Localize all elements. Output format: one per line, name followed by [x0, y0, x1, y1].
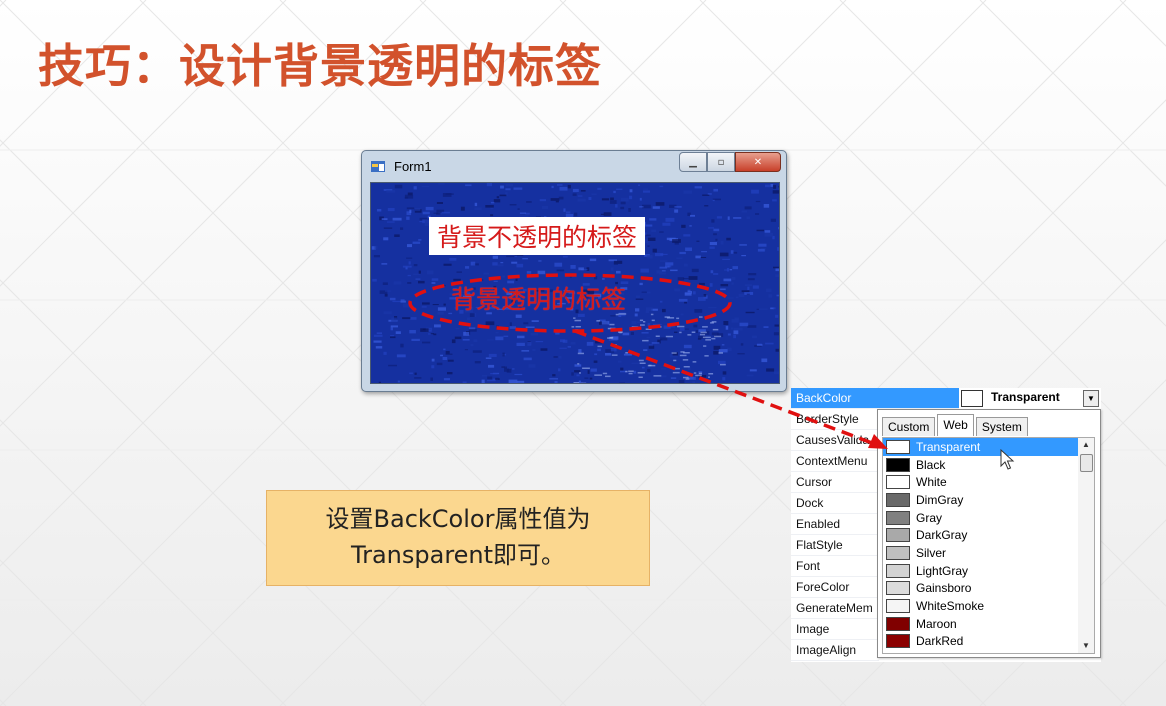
property-row[interactable]: Cursor	[791, 472, 879, 493]
window-controls: ▁ ▫ ✕	[679, 152, 781, 172]
color-item-black[interactable]: Black	[883, 456, 1079, 474]
note-line-2: Transparent即可。	[350, 541, 566, 569]
backcolor-value-field[interactable]: Transparent ▼	[959, 388, 1101, 409]
color-swatch	[886, 634, 910, 649]
color-name: White	[916, 475, 947, 490]
opaque-label[interactable]: 背景不透明的标签	[429, 217, 646, 255]
color-name: Maroon	[916, 616, 957, 631]
property-backcolor[interactable]: BackColor	[791, 388, 959, 409]
color-name: LightGray	[916, 563, 969, 578]
property-grid[interactable]: BackColor BorderStyle CausesValida Conte…	[791, 388, 1101, 662]
color-swatch	[886, 510, 910, 525]
note-line-1: 设置BackColor属性值为	[325, 505, 591, 533]
color-name: DarkGray	[916, 528, 968, 543]
color-item-gainsboro[interactable]: Gainsboro	[883, 580, 1079, 598]
minimize-icon[interactable]: ▁	[679, 152, 707, 172]
property-row[interactable]: Image	[791, 619, 879, 640]
property-row[interactable]: ForeColor	[791, 577, 879, 598]
color-item-white[interactable]: White	[883, 473, 1079, 491]
scroll-down-icon[interactable]: ▼	[1078, 639, 1094, 653]
slide-title: 技巧：设计背景透明的标签	[38, 39, 602, 93]
color-tabs: Custom Web System	[882, 414, 1030, 436]
backcolor-value: Transparent	[991, 390, 1060, 404]
color-name: Black	[916, 457, 946, 472]
property-row[interactable]: Enabled	[791, 514, 879, 535]
property-row[interactable]: ContextMenu	[791, 451, 879, 472]
window-titlebar[interactable]: Form1 ▁ ▫ ✕	[362, 151, 786, 181]
color-list-scrollbar[interactable]: ▲ ▼	[1078, 437, 1095, 654]
color-name: DarkRed	[916, 634, 964, 649]
color-swatch	[886, 563, 910, 578]
color-list[interactable]: Transparent Black White DimGray Gray DarkGray…	[882, 437, 1080, 654]
property-row[interactable]: ImageAlign	[791, 640, 879, 661]
form-icon	[371, 161, 385, 172]
color-item-transparent[interactable]: Transparent	[883, 438, 1079, 456]
scroll-up-icon[interactable]: ▲	[1078, 438, 1094, 452]
close-icon[interactable]: ✕	[735, 152, 781, 172]
color-swatch	[961, 390, 983, 407]
color-item-lightgray[interactable]: LightGray	[883, 562, 1079, 580]
maximize-icon[interactable]: ▫	[707, 152, 735, 172]
mouse-pointer-icon	[1000, 449, 1015, 470]
color-swatch	[886, 545, 910, 560]
color-swatch	[886, 475, 910, 490]
color-swatch	[886, 581, 910, 596]
property-row[interactable]: Dock	[791, 493, 879, 514]
property-row[interactable]: GenerateMem	[791, 598, 879, 619]
property-row[interactable]: FlatStyle	[791, 535, 879, 556]
color-swatch	[886, 616, 910, 631]
color-swatch	[886, 492, 910, 507]
color-item-dimgray[interactable]: DimGray	[883, 491, 1079, 509]
color-name: Transparent	[916, 439, 981, 454]
property-row[interactable]: Font	[791, 556, 879, 577]
color-name: Gray	[916, 510, 943, 525]
instruction-note: 设置BackColor属性值为 Transparent即可。	[266, 490, 650, 586]
color-swatch	[886, 457, 910, 472]
color-picker-dropdown[interactable]: Custom Web System Transparent Black White D…	[877, 409, 1101, 658]
dropdown-arrow-icon[interactable]: ▼	[1083, 390, 1099, 407]
tab-system[interactable]: System	[975, 417, 1028, 436]
tab-custom[interactable]: Custom	[882, 417, 936, 436]
window-title: Form1	[394, 159, 432, 174]
property-row[interactable]: BorderStyle	[791, 409, 879, 430]
color-item-gray[interactable]: Gray	[883, 509, 1079, 527]
color-name: Silver	[916, 545, 947, 560]
scroll-thumb[interactable]	[1080, 454, 1093, 472]
color-swatch	[886, 439, 910, 454]
property-list: BackColor BorderStyle CausesValida Conte…	[791, 388, 959, 661]
tab-web[interactable]: Web	[937, 414, 974, 436]
color-item-darkgray[interactable]: DarkGray	[883, 526, 1079, 544]
color-name: DimGray	[916, 492, 964, 507]
form1-window[interactable]: Form1 ▁ ▫ ✕ 背景不透明的标签 背景透明的标签	[361, 150, 787, 392]
color-swatch	[886, 599, 910, 614]
transparent-label[interactable]: 背景透明的标签	[451, 280, 626, 316]
color-name: Gainsboro	[916, 581, 972, 596]
color-name: WhiteSmoke	[916, 599, 985, 614]
color-item-darkred[interactable]: DarkRed	[883, 633, 1079, 651]
color-item-silver[interactable]: Silver	[883, 544, 1079, 562]
color-swatch	[886, 528, 910, 543]
color-item-maroon[interactable]: Maroon	[883, 615, 1079, 633]
form-client-area: 背景不透明的标签 背景透明的标签	[370, 182, 780, 384]
color-item-whitesmoke[interactable]: WhiteSmoke	[883, 597, 1079, 615]
property-row[interactable]: CausesValida	[791, 430, 879, 451]
